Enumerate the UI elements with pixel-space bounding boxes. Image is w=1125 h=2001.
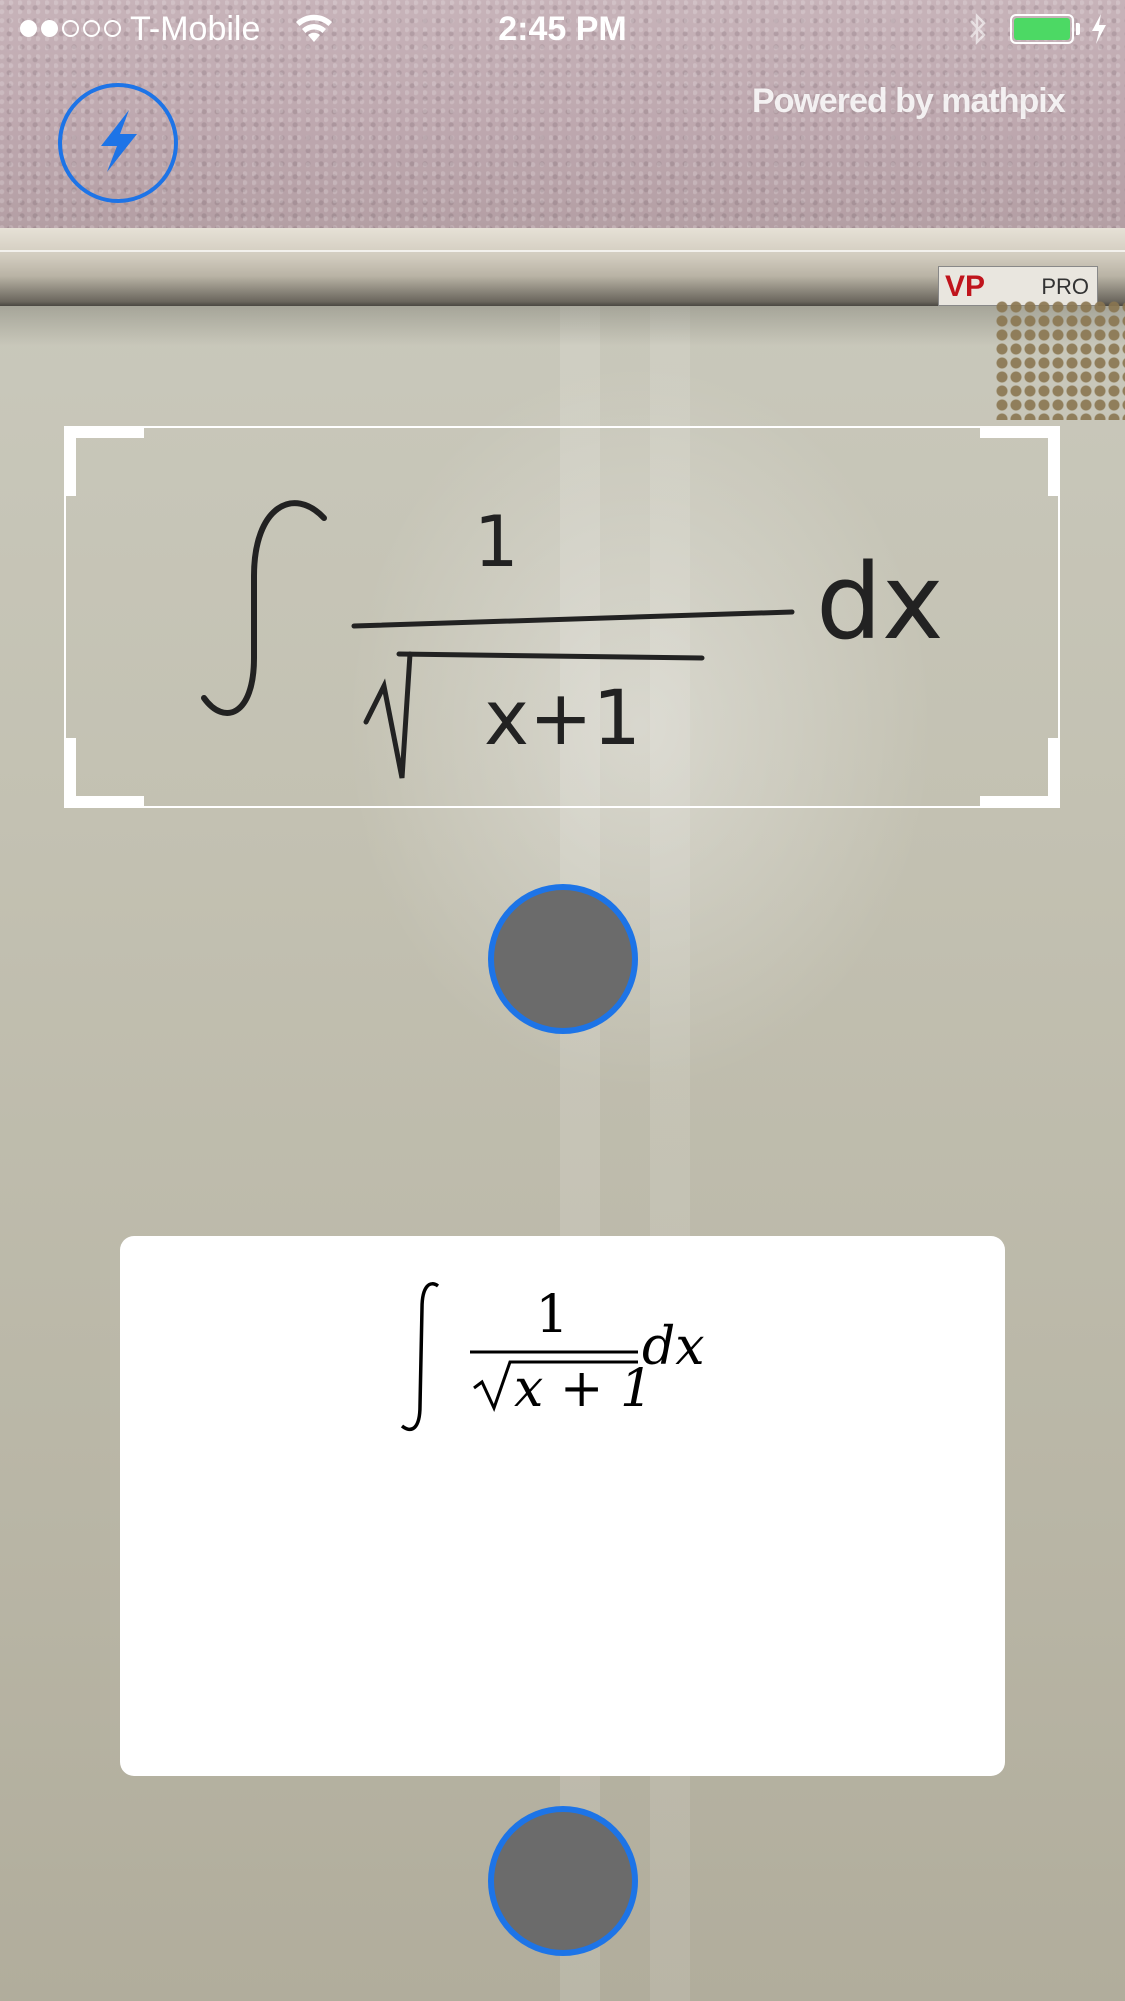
scan-frame <box>64 426 1060 808</box>
equation-numerator: 1 <box>535 1285 568 1345</box>
bluetooth-icon <box>966 12 990 51</box>
marker-brand: VP <box>945 270 986 303</box>
equation-radicand: x + 1 <box>514 1359 653 1419</box>
flash-icon <box>89 106 147 181</box>
result-card: 1 x + 1 dx <box>120 1236 1005 1776</box>
keychain <box>995 300 1125 420</box>
camera-screen: VP PRO T-Mobile 2:45 PM Powered by mathp… <box>0 0 1125 2001</box>
scan-frame-corner <box>64 426 144 496</box>
charging-icon <box>1090 12 1108 51</box>
clock: 2:45 PM <box>498 10 627 48</box>
scan-frame-corner <box>980 738 1060 808</box>
equation-differential: dx <box>642 1317 705 1377</box>
battery-nub <box>1076 23 1080 35</box>
powered-by-label: Powered by mathpix <box>752 82 1066 120</box>
battery-indicator <box>1010 14 1074 44</box>
rendered-equation: 1 x + 1 dx <box>400 1282 705 1432</box>
marker-label-text: PRO <box>1041 274 1089 299</box>
scan-frame-corner <box>980 426 1060 496</box>
whiteboard-shadow <box>0 306 1125 346</box>
battery-level <box>1014 18 1070 40</box>
flash-toggle-button[interactable] <box>58 83 178 203</box>
bottom-action-button[interactable] <box>488 1806 638 1956</box>
status-bar: T-Mobile 2:45 PM <box>0 0 1125 60</box>
capture-button[interactable] <box>488 884 638 1034</box>
scan-frame-corner <box>64 738 144 808</box>
camera-background-tray-line <box>0 250 1125 252</box>
